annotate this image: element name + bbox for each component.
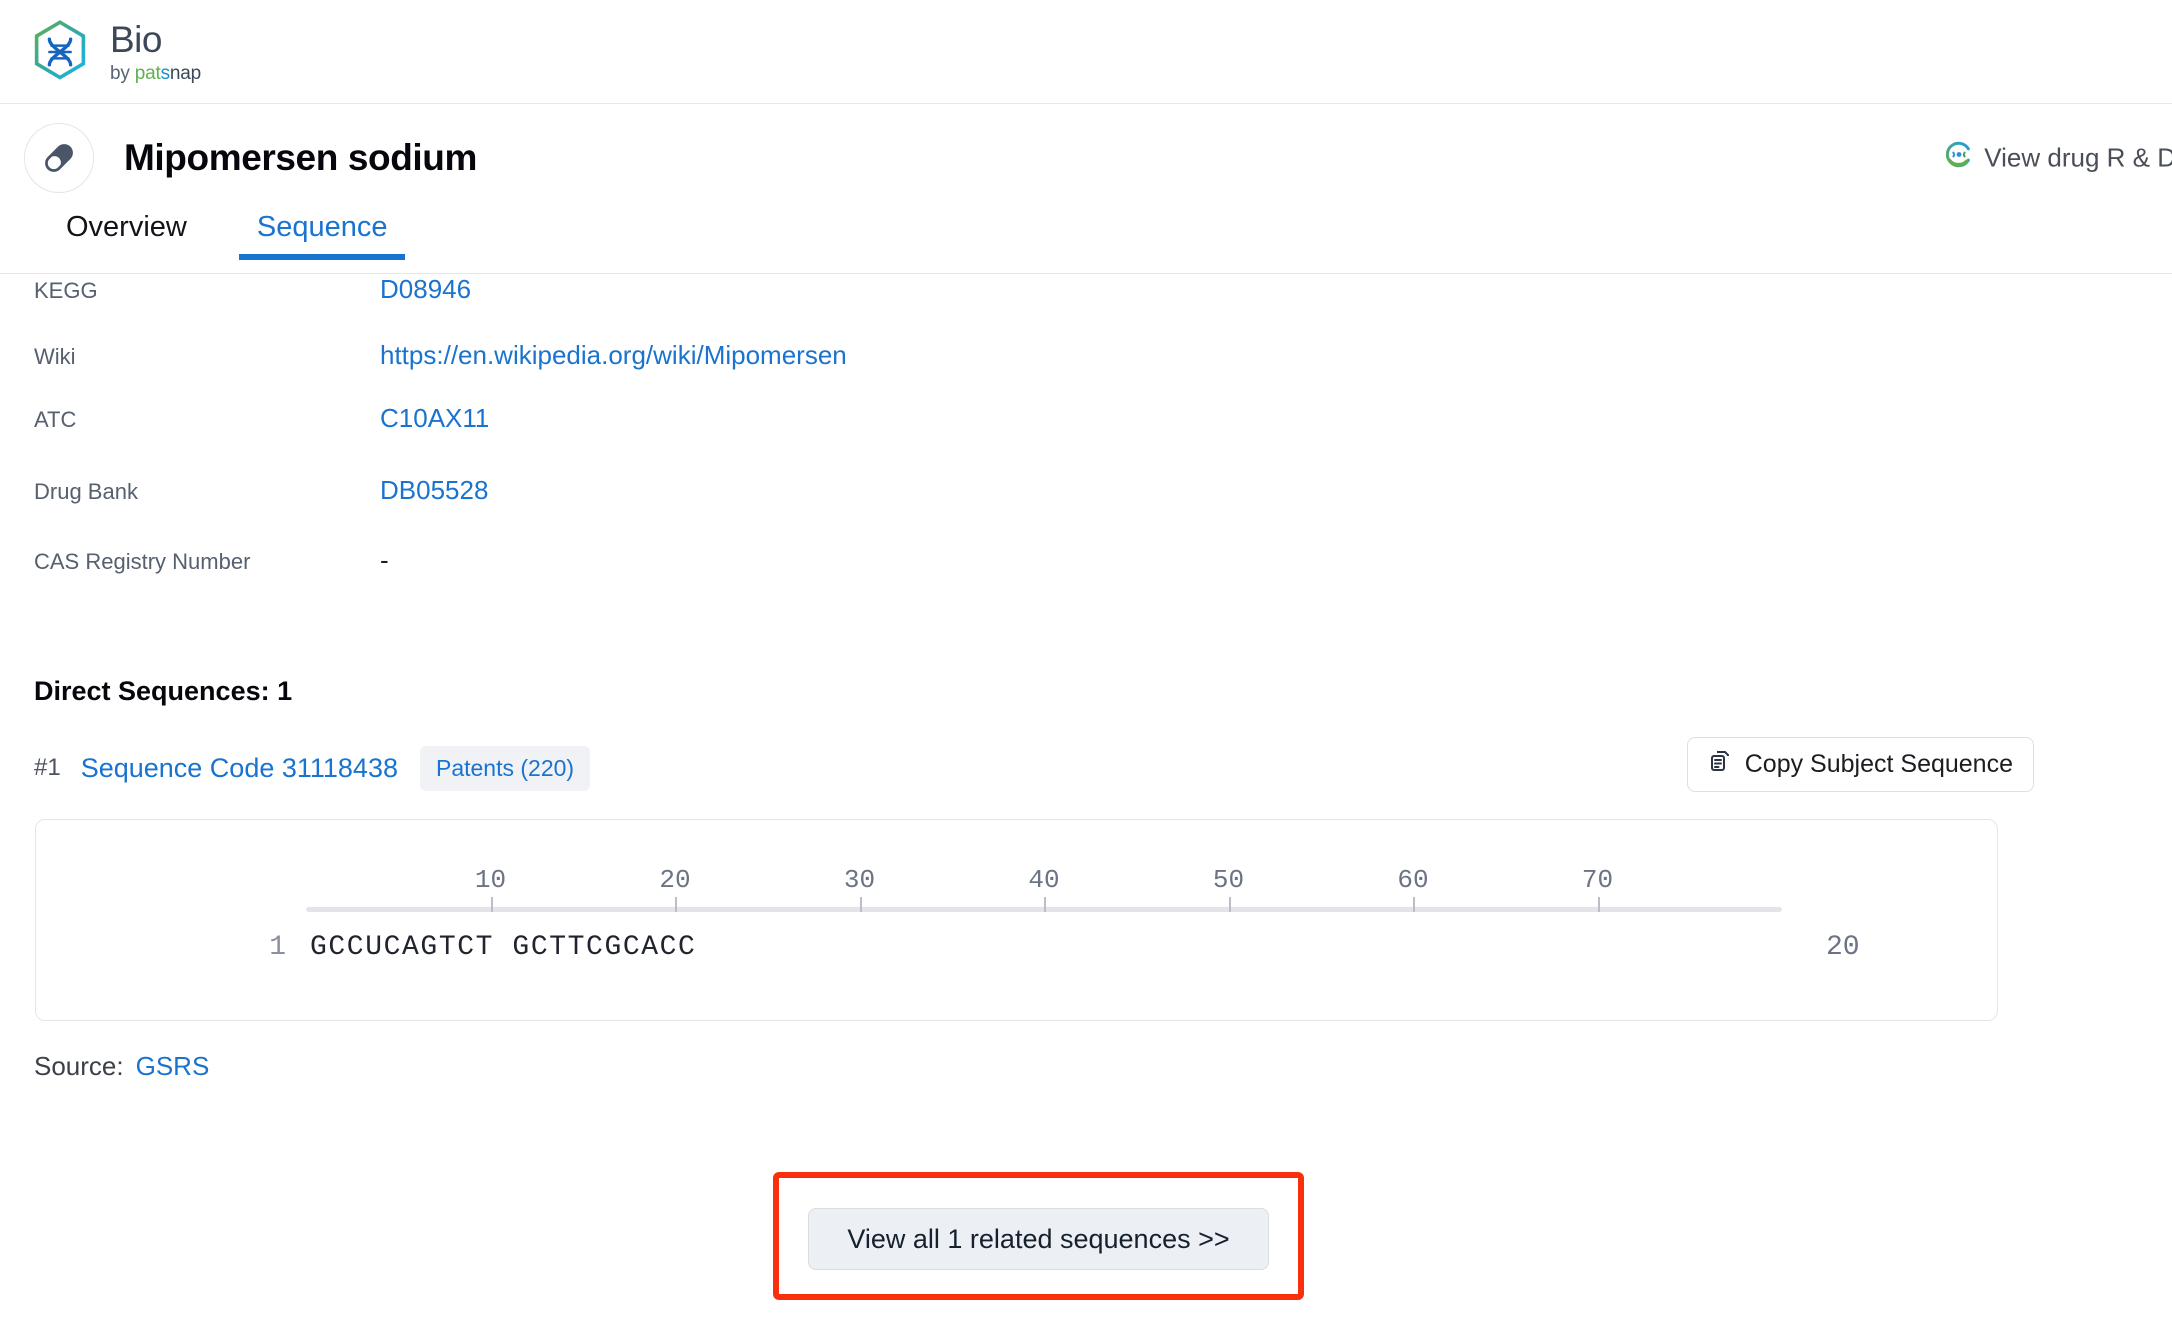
direct-sequences-title: Direct Sequences: 1 <box>34 676 293 706</box>
ruler-tick <box>1413 897 1415 912</box>
source-link-gsrs[interactable]: GSRS <box>136 1051 210 1081</box>
patents-badge[interactable]: Patents (220) <box>419 745 591 791</box>
brand-subtitle: by patsnap <box>110 64 201 83</box>
sequence-bases[interactable]: GCCUCAGTCT GCTTCGCACC <box>310 932 696 963</box>
ruler-tick-label: 10 <box>474 865 507 895</box>
ruler-tick-label: 50 <box>1212 865 1245 895</box>
sequence-header-row: #1 Sequence Code 31118438 Patents (220) … <box>34 737 2172 792</box>
sequence-ruler: 10 20 30 40 50 60 70 <box>306 862 1782 912</box>
view-drug-rd-label: View drug R & D <box>1984 142 2172 173</box>
tab-bar: Overview Sequence <box>0 211 2172 274</box>
copy-subject-sequence-button[interactable]: Copy Subject Sequence <box>1686 737 2034 792</box>
ruler-tick <box>1228 897 1231 912</box>
ruler-tick <box>490 897 493 912</box>
tab-sequence[interactable]: Sequence <box>238 211 406 260</box>
sequence-index: #1 <box>34 754 61 781</box>
ruler-tick-label: 60 <box>1397 865 1429 895</box>
page-title: Mipomersen sodium <box>124 137 477 178</box>
info-label-wiki: Wiki <box>34 344 76 369</box>
main-content: KEGG D08946 Wiki https://en.wikipedia.or… <box>0 274 2172 1310</box>
brand-by: by <box>110 62 135 84</box>
info-label-cas: CAS Registry Number <box>34 549 251 574</box>
ruler-tick <box>675 897 677 912</box>
rnd-swirl-icon <box>1944 140 1974 177</box>
info-row-wiki: Wiki https://en.wikipedia.org/wiki/Mipom… <box>0 340 2172 403</box>
source-label: Source: <box>34 1051 124 1081</box>
ruler-tick <box>1597 897 1600 912</box>
source-row: Source: GSRS <box>34 1051 2172 1082</box>
info-label-atc: ATC <box>34 407 77 432</box>
brand-pat: pat <box>134 62 161 84</box>
sequence-viewer-panel: 10 20 30 40 50 60 70 1 GCCUCAGTCT GCTTCGCACC 2… <box>35 819 1998 1021</box>
drug-header: Mipomersen sodium View drug R & D <box>0 104 2172 212</box>
brand-bar: Bio by patsnap <box>0 0 2172 104</box>
footer: View all 1 related sequences >> <box>0 1150 2172 1310</box>
info-row-cas: CAS Registry Number - <box>0 545 2172 608</box>
copy-icon <box>1708 749 1732 780</box>
ruler-tick-label: 20 <box>659 865 691 895</box>
info-label-kegg: KEGG <box>34 278 98 303</box>
info-value-atc[interactable]: C10AX11 <box>380 403 489 434</box>
view-all-related-sequences-button[interactable]: View all 1 related sequences >> <box>808 1208 1269 1270</box>
copy-subject-sequence-label: Copy Subject Sequence <box>1744 750 2013 778</box>
info-label-drugbank: Drug Bank <box>34 479 138 504</box>
info-value-drugbank[interactable]: DB05528 <box>380 475 488 506</box>
info-row-kegg: KEGG D08946 <box>0 274 2172 340</box>
brand-s: s <box>160 62 171 84</box>
brand-title: Bio <box>110 18 162 60</box>
ruler-tick-label: 40 <box>1028 865 1060 895</box>
brand-nap: nap <box>169 62 201 84</box>
info-row-atc: ATC C10AX11 <box>0 403 2172 475</box>
info-value-cas: - <box>380 545 389 575</box>
tab-overview[interactable]: Overview <box>48 211 205 260</box>
dna-hexagon-logo-icon <box>26 18 94 86</box>
info-row-drugbank: Drug Bank DB05528 <box>0 475 2172 545</box>
sequence-code-link[interactable]: Sequence Code 31118438 <box>81 753 398 784</box>
sequence-row-end: 20 <box>1826 932 1860 963</box>
ruler-tick-label: 30 <box>843 865 876 895</box>
capsule-pill-icon <box>24 123 94 193</box>
sequence-row-start: 1 <box>269 932 286 963</box>
ruler-tick <box>1044 897 1046 912</box>
info-value-wiki[interactable]: https://en.wikipedia.org/wiki/Mipomersen <box>380 340 847 371</box>
info-value-kegg[interactable]: D08946 <box>380 274 471 305</box>
ruler-tick-label: 70 <box>1581 865 1614 895</box>
sequence-row: 1 GCCUCAGTCT GCTTCGCACC 20 <box>36 932 1997 972</box>
view-drug-rd-link[interactable]: View drug R & D <box>1944 140 2172 177</box>
ruler-tick <box>859 897 862 912</box>
